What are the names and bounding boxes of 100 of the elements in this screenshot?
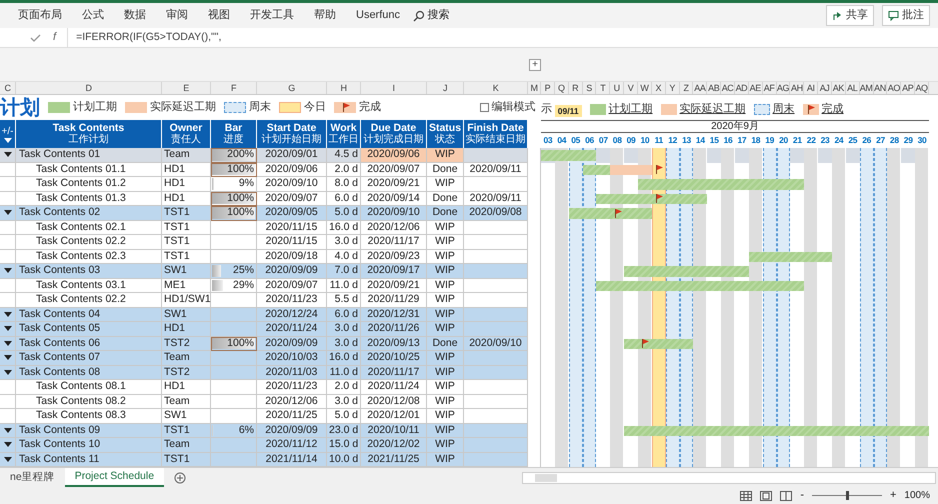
plan-bar <box>541 150 596 160</box>
progress-value: 9% <box>238 177 254 189</box>
normal-view-icon[interactable] <box>740 490 752 500</box>
collapse-icon[interactable] <box>4 355 12 360</box>
table-row[interactable]: Task Contents 01.1 HD1 100% 2020/09/06 2.0 d 2020/09/07 Done 2020/09/11 <box>0 162 528 177</box>
ribbon-tab[interactable]: 审阅 <box>156 7 198 24</box>
column-letter: R <box>568 82 583 94</box>
column-letter: W <box>638 82 652 94</box>
scroll-thumb[interactable] <box>535 474 557 482</box>
checkbox[interactable] <box>480 103 489 112</box>
column-letter: AQ <box>915 82 929 94</box>
table-row[interactable]: Task Contents 02.3 TST1 2020/09/18 4.0 d 2020/09/23 WIP <box>0 250 528 264</box>
day-label: 08 <box>612 134 623 147</box>
zoom-in-button[interactable]: + <box>890 487 896 504</box>
ribbon-tab[interactable]: 数据 <box>114 7 156 24</box>
share-icon <box>832 10 843 21</box>
comment-button[interactable]: 批注 <box>882 5 930 26</box>
day-label: 28 <box>888 134 900 147</box>
column-letter: D <box>16 82 162 94</box>
zoom-out-button[interactable]: - <box>800 487 804 504</box>
legend-label: 实际延迟工期 <box>680 102 746 117</box>
column-letter: U <box>610 82 624 94</box>
delay-bar <box>610 164 652 175</box>
search-box[interactable]: 搜索 <box>412 7 450 24</box>
progress-value: 29% <box>232 278 254 290</box>
horizontal-scrollbar[interactable] <box>522 472 936 484</box>
day-label: 11 <box>654 134 664 147</box>
day-label: 04 <box>556 134 568 147</box>
column-letter: M <box>528 82 541 94</box>
column-letter: AH <box>790 82 804 94</box>
table-row[interactable]: Task Contents 04 SW1 2020/12/24 6.0 d 2020/12/31 WIP <box>0 308 528 322</box>
table-row[interactable]: Task Contents 08.1 HD1 2020/11/23 2.0 d 2020/11/24 WIP <box>0 380 528 394</box>
collapse-icon[interactable] <box>4 268 12 273</box>
function-label[interactable]: f <box>53 29 56 46</box>
page-layout-icon[interactable] <box>760 490 772 500</box>
ribbon-tab[interactable]: 公式 <box>72 7 114 24</box>
table-row[interactable]: Task Contents 09 TST1 6% 2020/09/09 23.0 d 2020/10/11 WIP <box>0 424 528 438</box>
collapse-icon[interactable] <box>4 312 12 316</box>
table-row[interactable]: Task Contents 02.2 HD1/SW1 2020/11/23 5.5 d 2020/11/29 WIP <box>0 293 528 308</box>
legend-label: 周末 <box>772 102 795 117</box>
table-row[interactable]: Task Contents 02 TST1 100% 2020/09/05 5.0 d 2020/09/10 Done 2020/09/08 <box>0 206 528 220</box>
day-label: 30 <box>916 134 928 147</box>
checkbox-label: 编辑模式 <box>492 100 536 116</box>
add-sheet-icon[interactable] <box>174 472 186 484</box>
day-label: 05 <box>570 134 582 147</box>
ribbon-tab[interactable]: Userfunc <box>346 7 410 24</box>
collapse-icon[interactable] <box>4 210 12 215</box>
legend-swatch <box>125 102 148 113</box>
table-row[interactable]: Task Contents 01 Team 200% 2020/09/01 4.5 d 2020/09/06 WIP <box>0 148 528 162</box>
day-label: 23 <box>820 134 830 147</box>
table-row[interactable]: Task Contents 08 TST2 2020/11/03 11.0 d 2020/11/17 WIP <box>0 366 528 380</box>
ribbon-tab[interactable]: 页面布局 <box>8 7 72 24</box>
table-row[interactable]: Task Contents 03 SW1 25% 2020/09/09 7.0 d 2020/09/17 WIP <box>0 264 528 278</box>
column-letter: AP <box>901 82 916 94</box>
column-letter: AC <box>721 82 735 94</box>
day-label: 06 <box>584 134 595 147</box>
sheet-tab[interactable]: ne里程牌 <box>0 468 65 486</box>
legend-label: 计划工期 <box>608 102 653 117</box>
collapse-icon[interactable] <box>4 428 12 432</box>
table-row[interactable]: Task Contents 01.3 HD1 100% 2020/09/07 6.0 d 2020/09/14 Done 2020/09/11 <box>0 192 528 206</box>
due-date: 2020/09/06 <box>361 148 427 162</box>
table-row[interactable]: Task Contents 06 TST2 100% 2020/09/09 3.0 d 2020/09/13 Done 2020/09/10 <box>0 336 528 351</box>
sheet-tab[interactable]: Project Schedule <box>64 468 164 488</box>
ribbon-tab[interactable]: 视图 <box>198 7 240 24</box>
table-row[interactable]: Task Contents 03.1 ME1 29% 2020/09/07 11.0 d 2020/09/21 WIP <box>0 278 528 293</box>
ribbon-tab[interactable]: 帮助 <box>304 7 346 24</box>
table-row[interactable]: Task Contents 08.2 Team 2020/12/06 3.0 d 2020/12/08 WIP <box>0 394 528 409</box>
table-row[interactable]: Task Contents 05 HD1 2020/11/24 3.0 d 2020/11/26 WIP <box>0 322 528 336</box>
header-title: Finish Date <box>467 122 524 134</box>
collapse-icon[interactable] <box>4 456 12 462</box>
table-row[interactable]: Task Contents 11 TST1 2021/11/14 10.0 d 2021/11/25 WIP <box>0 452 528 467</box>
collapse-icon[interactable] <box>4 442 12 447</box>
status-cell: WIP <box>427 148 464 162</box>
column-letter: AM <box>860 82 874 94</box>
header-title: Task Contents <box>52 122 124 134</box>
column-letter: J <box>427 82 464 94</box>
outline-button[interactable]: + <box>529 58 541 70</box>
collapse-icon[interactable] <box>4 326 12 331</box>
ribbon-tab[interactable]: 开发工具 <box>240 7 304 24</box>
toggle-header[interactable]: +/- <box>2 126 14 138</box>
formula-input[interactable]: =IFERROR(IF(G5>TODAY(),"", <box>67 28 938 47</box>
column-letter: C <box>0 82 16 94</box>
table-row[interactable]: Task Contents 10 Team 2020/11/12 15.0 d 2020/12/02 WIP <box>0 438 528 452</box>
table-row[interactable]: Task Contents 02.2 TST1 2020/11/15 3.0 d 2020/11/17 WIP <box>0 235 528 250</box>
column-letter: I <box>361 82 427 94</box>
flag-icon <box>653 164 664 176</box>
progress-value: 100% <box>227 192 254 204</box>
collapse-icon[interactable] <box>4 152 12 157</box>
table-row[interactable]: Task Contents 01.2 HD1 9% 2020/09/10 8.0 d 2020/09/21 WIP <box>0 177 528 192</box>
page-break-icon[interactable] <box>780 490 792 500</box>
table-row[interactable]: Task Contents 08.3 SW1 2020/11/25 5.0 d 2020/12/01 WIP <box>0 409 528 424</box>
table-row[interactable]: Task Contents 07 Team 2020/10/03 16.0 d 2020/10/25 WIP <box>0 351 528 366</box>
collapse-icon[interactable] <box>4 370 12 374</box>
share-button[interactable]: 共享 <box>826 5 874 26</box>
zoom-label[interactable]: 100% <box>904 488 930 503</box>
day-label: 07 <box>598 134 609 147</box>
header-title: Status <box>428 122 462 134</box>
table-row[interactable]: Task Contents 02.1 TST1 2020/11/15 16.0 d 2020/12/06 WIP <box>0 220 528 235</box>
collapse-icon[interactable] <box>4 340 12 346</box>
slider-thumb[interactable] <box>846 491 849 500</box>
